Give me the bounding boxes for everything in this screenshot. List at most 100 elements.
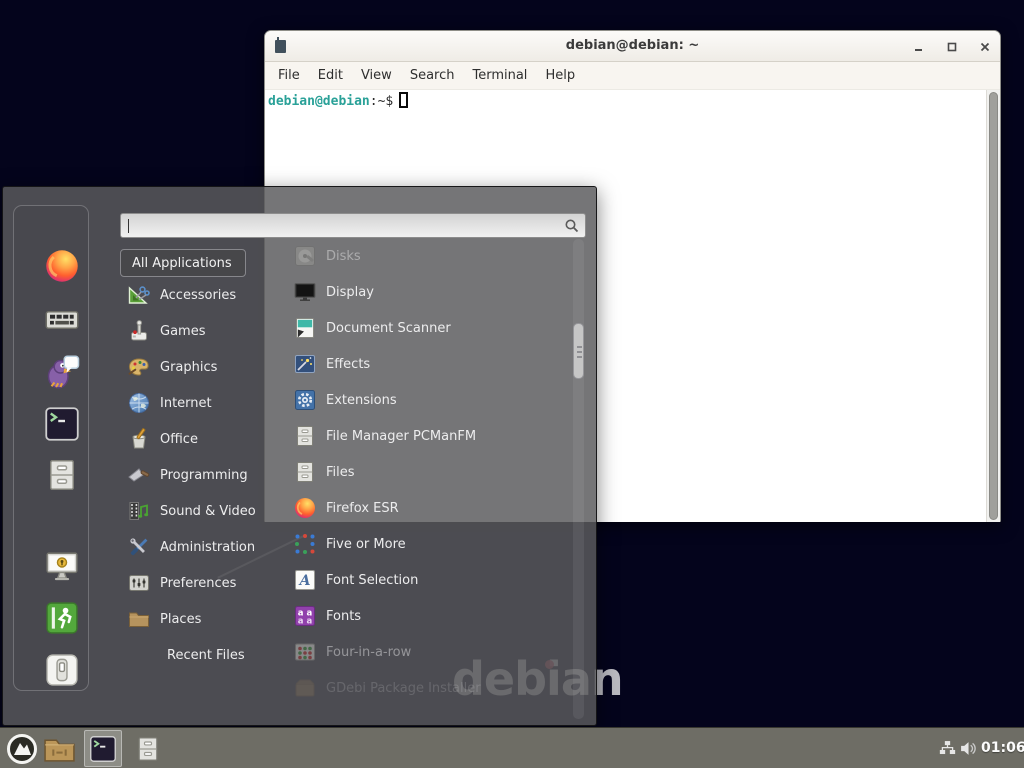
menu-search[interactable]: Search bbox=[401, 64, 464, 87]
app-label: GDebi Package Installer bbox=[326, 681, 481, 696]
app-list-scrollbar-thumb[interactable] bbox=[573, 323, 584, 379]
app-item-five-or-more[interactable]: Five or More bbox=[283, 526, 571, 562]
maximize-button[interactable] bbox=[944, 39, 960, 55]
terminal-scrollbar[interactable] bbox=[986, 90, 1000, 522]
menu-launcher-button[interactable] bbox=[5, 732, 39, 766]
administration-icon bbox=[127, 535, 151, 559]
pidgin-icon bbox=[44, 354, 80, 390]
app-label: Document Scanner bbox=[326, 321, 451, 336]
category-office[interactable]: Office bbox=[120, 421, 276, 457]
app-item-document-scanner[interactable]: Document Scanner bbox=[283, 310, 571, 346]
prompt-suffix: :~$ bbox=[370, 94, 393, 109]
category-internet[interactable]: Internet bbox=[120, 385, 276, 421]
files-launcher[interactable] bbox=[132, 732, 164, 766]
category-sound-video[interactable]: Sound & Video bbox=[120, 493, 276, 529]
app-item-gdebi[interactable]: GDebi Package Installer bbox=[283, 670, 571, 706]
favorite-file-manager[interactable] bbox=[42, 455, 82, 495]
category-label: Graphics bbox=[160, 360, 217, 375]
app-item-file-manager-pcmanfm[interactable]: File Manager PCManFM bbox=[283, 418, 571, 454]
games-icon bbox=[127, 319, 151, 343]
maximize-icon bbox=[947, 42, 957, 52]
terminal-taskbar-button-active[interactable] bbox=[84, 730, 122, 767]
app-item-fonts[interactable]: a aa a Fonts bbox=[283, 598, 571, 634]
category-label: Recent Files bbox=[167, 648, 245, 663]
minimize-button[interactable] bbox=[911, 39, 927, 55]
all-applications-button[interactable]: All Applications bbox=[120, 249, 246, 277]
category-label: Games bbox=[160, 324, 205, 339]
desktop[interactable]: debian debian@debian: ~ File Edit View S… bbox=[0, 0, 1024, 768]
category-places[interactable]: Places bbox=[120, 601, 276, 637]
app-label: Disks bbox=[326, 249, 361, 264]
four-in-a-row-icon bbox=[293, 640, 317, 664]
app-item-four-in-a-row[interactable]: Four-in-a-row bbox=[283, 634, 571, 670]
display-icon bbox=[293, 280, 317, 304]
terminal-menubar: File Edit View Search Terminal Help bbox=[265, 62, 1000, 90]
menu-edit[interactable]: Edit bbox=[309, 64, 352, 87]
scrollbar-grip-icon bbox=[577, 346, 582, 358]
terminal-scrollbar-thumb[interactable] bbox=[989, 92, 998, 520]
app-label: Extensions bbox=[326, 393, 397, 408]
category-label: Programming bbox=[160, 468, 248, 483]
volume-icon bbox=[959, 740, 977, 757]
menu-view[interactable]: View bbox=[352, 64, 401, 87]
category-accessories[interactable]: Accessories bbox=[120, 277, 276, 313]
taskbar-clock[interactable]: 01:06 bbox=[981, 740, 1024, 756]
app-item-display[interactable]: Display bbox=[283, 274, 571, 310]
favorites-column bbox=[13, 205, 89, 691]
favorite-keyboard[interactable] bbox=[42, 300, 82, 340]
category-label: Office bbox=[160, 432, 198, 447]
terminal-prompt: debian@debian:~$ bbox=[268, 92, 408, 109]
application-menu: All Applications Accessories Games Graph… bbox=[2, 186, 597, 726]
programming-icon bbox=[127, 463, 151, 487]
font-selection-icon: A bbox=[293, 568, 317, 592]
network-tray-icon[interactable] bbox=[939, 740, 956, 757]
preferences-icon bbox=[127, 571, 151, 595]
favorite-pidgin[interactable] bbox=[42, 352, 82, 392]
sound-video-icon bbox=[127, 499, 151, 523]
app-item-files[interactable]: Files bbox=[283, 454, 571, 490]
category-label: Places bbox=[160, 612, 201, 627]
menu-terminal[interactable]: Terminal bbox=[463, 64, 536, 87]
accessories-icon bbox=[127, 283, 151, 307]
category-administration[interactable]: Administration bbox=[120, 529, 276, 565]
category-label: Preferences bbox=[160, 576, 236, 591]
app-list-scrollbar[interactable] bbox=[573, 239, 584, 719]
favorite-terminal[interactable] bbox=[42, 404, 82, 444]
category-label: Internet bbox=[160, 396, 212, 411]
app-item-extensions[interactable]: Extensions bbox=[283, 382, 571, 418]
category-recent-files[interactable]: Recent Files bbox=[120, 637, 276, 673]
app-label: Four-in-a-row bbox=[326, 645, 411, 660]
shut-down-icon bbox=[45, 653, 79, 687]
app-label: Five or More bbox=[326, 537, 406, 552]
app-item-font-selection[interactable]: A Font Selection bbox=[283, 562, 571, 598]
volume-tray-icon[interactable] bbox=[959, 740, 977, 757]
close-button[interactable] bbox=[977, 39, 993, 55]
app-item-effects[interactable]: Effects bbox=[283, 346, 571, 382]
app-item-firefox-esr[interactable]: Firefox ESR bbox=[283, 490, 571, 526]
gdebi-icon bbox=[293, 676, 317, 700]
app-item-disks[interactable]: Disks bbox=[283, 238, 571, 274]
graphics-icon bbox=[127, 355, 151, 379]
effects-icon bbox=[293, 352, 317, 376]
search-input[interactable] bbox=[121, 214, 585, 237]
category-programming[interactable]: Programming bbox=[120, 457, 276, 493]
category-preferences[interactable]: Preferences bbox=[120, 565, 276, 601]
log-out-button[interactable] bbox=[42, 598, 82, 638]
menu-help[interactable]: Help bbox=[536, 64, 584, 87]
log-out-icon bbox=[45, 601, 79, 635]
terminal-icon bbox=[44, 406, 80, 442]
five-or-more-icon bbox=[293, 532, 317, 556]
file-manager-launcher[interactable] bbox=[42, 734, 76, 764]
category-games[interactable]: Games bbox=[120, 313, 276, 349]
category-graphics[interactable]: Graphics bbox=[120, 349, 276, 385]
app-label: Firefox ESR bbox=[326, 501, 399, 516]
terminal-icon bbox=[89, 735, 117, 763]
favorite-firefox[interactable] bbox=[42, 246, 82, 286]
shut-down-button[interactable] bbox=[42, 650, 82, 690]
lock-screen-button[interactable] bbox=[42, 546, 82, 586]
places-icon bbox=[127, 607, 151, 631]
menu-file[interactable]: File bbox=[269, 64, 309, 87]
terminal-titlebar[interactable]: debian@debian: ~ bbox=[265, 31, 1000, 62]
category-label: Accessories bbox=[160, 288, 236, 303]
prompt-user: debian@debian bbox=[268, 94, 370, 109]
